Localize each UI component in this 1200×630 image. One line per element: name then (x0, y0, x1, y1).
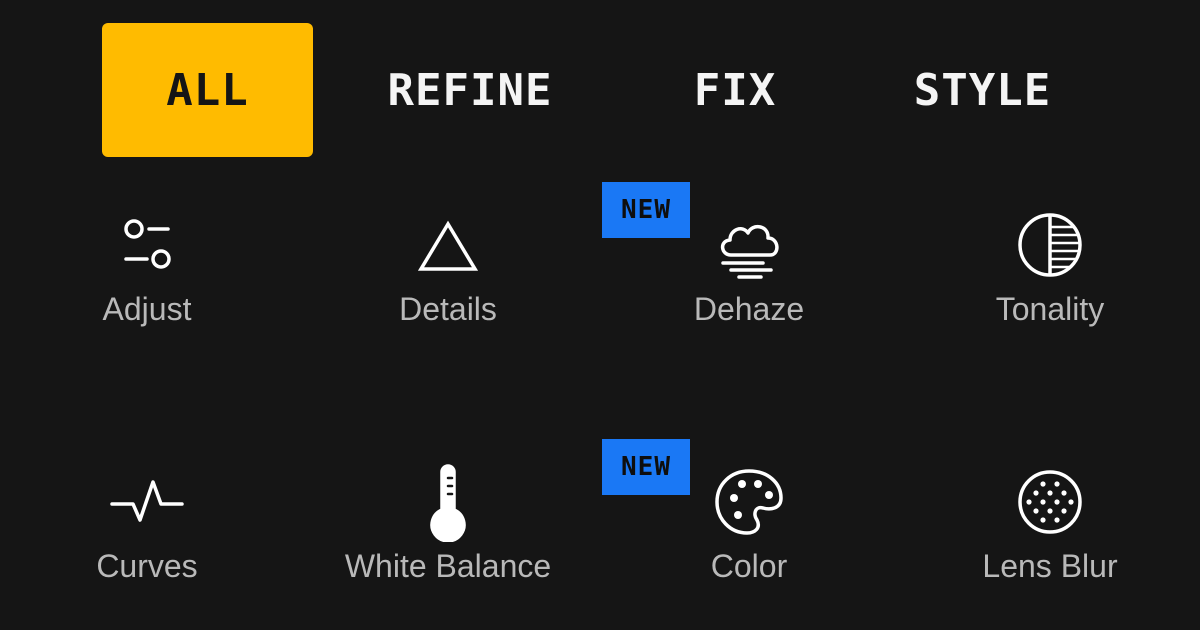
half-circle-icon (1010, 205, 1090, 285)
tool-label-dehaze: Dehaze (693, 291, 805, 327)
tool-lens-blur[interactable]: Lens Blur (920, 462, 1180, 630)
triangle-icon (408, 205, 488, 285)
tool-label-white-balance: White Balance (344, 548, 552, 584)
tab-fix[interactable]: FIX (650, 23, 820, 157)
curve-icon (107, 462, 187, 542)
tool-label-tonality: Tonality (995, 291, 1105, 327)
lens-blur-icon (1010, 462, 1090, 542)
tool-label-adjust: Adjust (102, 291, 192, 327)
tool-details[interactable]: Details (318, 205, 578, 385)
category-tab-bar: ALL REFINE FIX STYLE (0, 0, 1200, 180)
sliders-icon (107, 205, 187, 285)
cloud-haze-icon (709, 205, 789, 285)
tool-tonality[interactable]: Tonality (920, 205, 1180, 385)
tool-curves[interactable]: Curves (17, 462, 277, 630)
thermometer-icon (408, 462, 488, 542)
tab-style[interactable]: STYLE (870, 23, 1095, 157)
tool-color[interactable]: Color (619, 462, 879, 630)
tool-white-balance[interactable]: White Balance (318, 462, 578, 630)
tool-label-details: Details (399, 291, 497, 327)
tool-label-curves: Curves (96, 548, 198, 584)
tab-all[interactable]: ALL (102, 23, 313, 157)
tool-dehaze[interactable]: Dehaze (619, 205, 879, 385)
tool-label-color: Color (710, 548, 788, 584)
tool-adjust[interactable]: Adjust (17, 205, 277, 385)
tab-refine[interactable]: REFINE (355, 23, 585, 157)
palette-icon (709, 462, 789, 542)
tool-label-lens-blur: Lens Blur (982, 548, 1118, 584)
